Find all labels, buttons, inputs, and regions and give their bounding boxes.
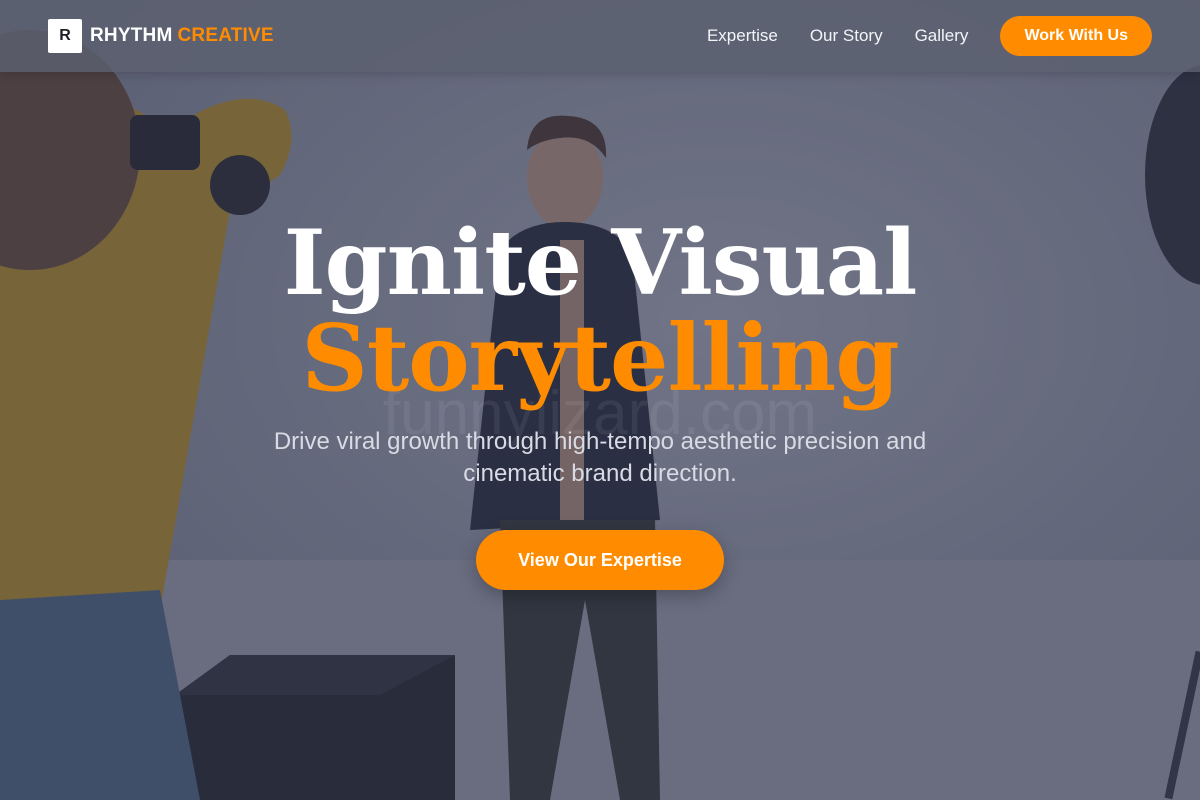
brand-name: RHYTHM	[90, 25, 173, 46]
logo-square-icon: R	[48, 19, 82, 53]
top-navbar: R RHYTHM CREATIVE Expertise Our Story Ga…	[0, 0, 1200, 72]
hero-subtitle: Drive viral growth through high-tempo ae…	[273, 428, 927, 487]
nav-link-gallery[interactable]: Gallery	[915, 26, 969, 46]
nav-links: Expertise Our Story Gallery Work With Us	[707, 16, 1152, 56]
view-our-expertise-button[interactable]: View Our Expertise	[476, 530, 724, 590]
brand-accent: CREATIVE	[177, 25, 274, 46]
headline-line-1: Ignite Visual	[283, 210, 918, 316]
hero-section: funnylizard.com Ignite Visual Storytelli…	[0, 0, 1200, 800]
work-with-us-button[interactable]: Work With Us	[1000, 16, 1152, 56]
nav-link-our-story[interactable]: Our Story	[810, 26, 883, 46]
brand-logo-link[interactable]: R RHYTHM CREATIVE	[48, 19, 274, 53]
nav-link-expertise[interactable]: Expertise	[707, 26, 778, 46]
headline-line-2: Storytelling	[301, 304, 899, 412]
